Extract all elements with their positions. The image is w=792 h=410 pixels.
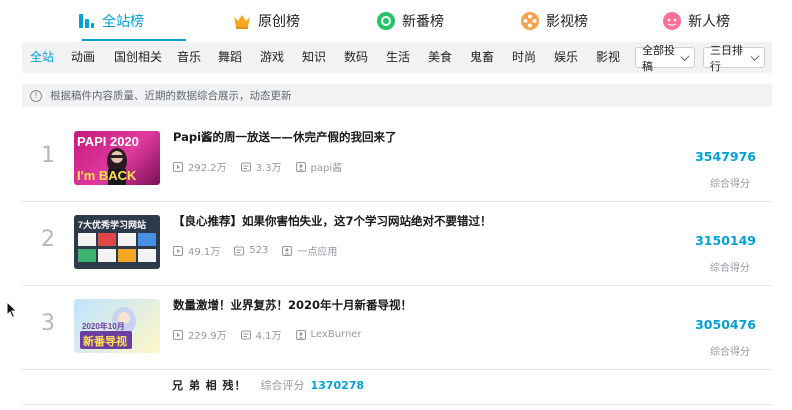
- author-link[interactable]: 一点应用: [282, 243, 337, 258]
- danmaku-count: 523: [249, 245, 269, 256]
- category-item[interactable]: 音乐: [177, 42, 201, 73]
- notice-text: 根据稿件内容质量、近期的数据综合展示，动态更新: [50, 90, 292, 102]
- thumbnail-caption-top: PAPI 2020: [77, 134, 139, 149]
- video-thumbnail[interactable]: PAPI 2020 I'm BACK: [74, 131, 160, 185]
- rank-number: 2: [41, 227, 55, 252]
- score-label: 综合评分: [260, 379, 305, 392]
- play-count-icon: [173, 161, 183, 172]
- play-count: 229.9万: [188, 331, 227, 342]
- up-user-icon: [295, 329, 306, 340]
- composite-score: 3150149: [695, 233, 756, 248]
- mouse-cursor-icon: [6, 301, 18, 319]
- danmaku-icon: [240, 330, 251, 339]
- tab-label: 原创榜: [258, 14, 300, 30]
- tab-label: 全站榜: [102, 14, 144, 30]
- film-reel-icon: [521, 12, 539, 30]
- play-count: 292.2万: [188, 163, 227, 174]
- tab-film[interactable]: 影视榜: [502, 0, 606, 42]
- video-stats: 49.1万 523 一点应用: [173, 243, 351, 258]
- tab-bangumi[interactable]: 新番榜: [358, 0, 462, 42]
- category-item[interactable]: 娱乐: [554, 42, 578, 73]
- bar-chart-icon: [79, 14, 94, 28]
- period-dropdown[interactable]: 三日排行: [703, 44, 765, 73]
- play-count-icon: [173, 329, 183, 340]
- author-name: LexBurner: [310, 329, 362, 340]
- ranking-tabs: 全站榜 原创榜 新番榜 影视榜 新人榜: [24, 0, 772, 42]
- thumbnail-art: 2020年10月 新番导视: [80, 307, 136, 349]
- chevron-down-icon: [750, 51, 760, 61]
- category-item[interactable]: 舞蹈: [218, 42, 242, 73]
- dropdown-value: 全部投稿: [642, 43, 675, 73]
- play-count-icon: [173, 245, 183, 256]
- tab-original[interactable]: 原创榜: [214, 0, 318, 42]
- score-label: 综合得分: [710, 263, 750, 274]
- video-title[interactable]: Papi酱的周一放送——休完产假的我回来了: [173, 129, 397, 145]
- category-item[interactable]: 影视: [596, 42, 620, 73]
- tab-all-site[interactable]: 全站榜: [58, 0, 162, 42]
- play-count: 49.1万: [188, 247, 221, 258]
- thumbnail-caption-top: 2020年10月: [82, 321, 125, 331]
- danmaku-count: 3.3万: [255, 163, 282, 174]
- crown-icon: [234, 15, 250, 29]
- divider: [22, 404, 772, 405]
- category-item[interactable]: 鬼畜: [470, 42, 494, 73]
- category-item[interactable]: 数码: [344, 42, 368, 73]
- thumbnail-art: PAPI 2020 I'm BACK: [77, 134, 139, 185]
- rank-number: 1: [41, 143, 55, 168]
- author-name: 一点应用: [297, 247, 338, 258]
- rank-item[interactable]: 1 PAPI 2020 I'm BACK Papi酱的周一放送——休完产假的我回…: [22, 117, 772, 202]
- category-item[interactable]: 美食: [428, 42, 452, 73]
- newbie-icon: [663, 12, 681, 30]
- video-stats: 229.9万 4.1万 LexBurner: [173, 327, 376, 342]
- rank-number: 3: [41, 311, 55, 336]
- submission-type-dropdown[interactable]: 全部投稿: [635, 44, 695, 73]
- info-icon: !: [30, 89, 42, 102]
- video-title[interactable]: 兄 弟 相 残！: [172, 377, 247, 393]
- video-thumbnail[interactable]: 2020年10月 新番导视: [74, 299, 160, 353]
- up-user-icon: [295, 161, 306, 172]
- rank-item[interactable]: 2 7大优秀学习网站 【良心推荐】如果你害怕失业，这7个学习网站绝对不要错过！ …: [22, 201, 772, 286]
- danmaku-icon: [240, 162, 251, 171]
- thumbnail-art: 7大优秀学习网站: [74, 215, 160, 269]
- thumbnail-caption-top: 7大优秀学习网站: [78, 219, 146, 230]
- category-item[interactable]: 全站: [30, 42, 54, 73]
- tab-newbie[interactable]: 新人榜: [644, 0, 748, 42]
- category-item[interactable]: 动画: [71, 42, 95, 73]
- up-user-icon: [282, 245, 293, 256]
- video-thumbnail[interactable]: 7大优秀学习网站: [74, 215, 160, 269]
- composite-score: 3547976: [695, 149, 756, 164]
- tab-label: 新人榜: [688, 14, 730, 30]
- tab-label: 新番榜: [402, 14, 444, 30]
- dropdown-value: 三日排行: [710, 43, 743, 73]
- composite-score: 1370278: [310, 378, 365, 392]
- chevron-down-icon: [680, 51, 690, 61]
- composite-score: 3050476: [695, 317, 756, 332]
- video-title[interactable]: 数量激增！业界复苏！2020年十月新番导视！: [173, 297, 412, 313]
- category-bar: 全站 动画 国创相关 音乐 舞蹈 游戏 知识 数码 生活 美食 鬼畜 时尚 娱乐…: [22, 42, 772, 73]
- thumbnail-caption-bottom: 新番导视: [83, 334, 127, 348]
- rank-item-partial[interactable]: 兄 弟 相 残！ 综合评分 1370278: [172, 377, 364, 393]
- author-link[interactable]: LexBurner: [295, 329, 362, 340]
- author-link[interactable]: papi酱: [295, 159, 343, 174]
- author-name: papi酱: [310, 163, 343, 174]
- category-item[interactable]: 游戏: [260, 42, 284, 73]
- danmaku-icon: [234, 246, 245, 255]
- score-label: 综合得分: [710, 179, 750, 190]
- video-stats: 292.2万 3.3万 papi酱: [173, 159, 356, 174]
- score-label: 综合得分: [710, 347, 750, 358]
- active-tab-indicator: [82, 39, 186, 41]
- ranking-notice: ! 根据稿件内容质量、近期的数据综合展示，动态更新: [22, 84, 772, 107]
- category-item[interactable]: 国创相关: [114, 42, 162, 73]
- category-item[interactable]: 知识: [302, 42, 326, 73]
- rank-item[interactable]: 3 2020年10月 新番导视 数量激增！业界复苏！2020年十月新番导视！ 2…: [22, 285, 772, 370]
- thumbnail-caption-bottom: I'm BACK: [77, 168, 137, 183]
- video-title[interactable]: 【良心推荐】如果你害怕失业，这7个学习网站绝对不要错过！: [173, 213, 492, 229]
- tab-label: 影视榜: [546, 14, 588, 30]
- danmaku-count: 4.1万: [255, 331, 282, 342]
- category-item[interactable]: 时尚: [512, 42, 536, 73]
- new-bangumi-icon: [377, 12, 395, 30]
- category-item[interactable]: 生活: [386, 42, 410, 73]
